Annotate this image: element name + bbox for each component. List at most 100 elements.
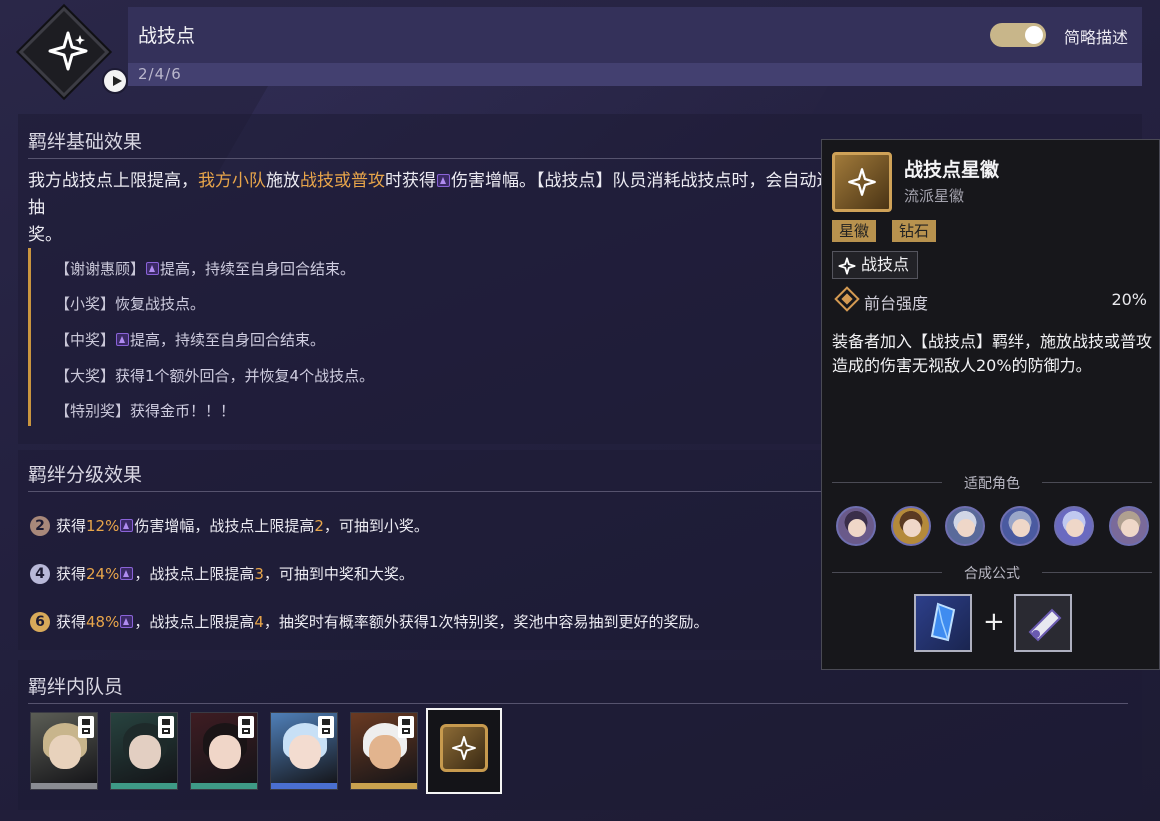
tier-cap: 2 [314,517,324,535]
buff-triangle-icon [146,262,160,275]
sparkle-icon [848,168,876,196]
member-status-icon [78,716,94,738]
reward-text: 获得1个额外回合，并恢复4个战技点。 [115,367,375,385]
tier-cap: 4 [254,613,264,631]
buff-triangle-icon [437,174,450,187]
base-effect-title: 羁绊基础效果 [28,131,143,153]
emblem-name: 战技点星徽 [904,159,1000,181]
trait-emblem[interactable] [18,6,128,98]
trait-counts-bar: 2/4/6 [128,63,1142,86]
fit-title: 适配角色 [964,476,1020,492]
section-divider [28,703,1128,704]
tier-level-badge: 2 [30,516,50,536]
reward-name: 【小奖】 [55,295,116,313]
tier-text: ，战技点上限提高 [134,565,255,583]
sparkle-icon [48,31,88,71]
tier-text: 获得 [56,517,87,535]
sparkle-icon [838,257,856,275]
stat-value: 20% [1111,290,1147,309]
tier-text: ，抽奖时有概率额外获得1次特别奖，奖池中容易抽到更好的奖励。 [263,613,709,631]
reward-text: 提高，持续至自身回合结束。 [130,331,326,349]
brief-description-toggle[interactable] [990,23,1046,47]
reward-name: 【中奖】 [55,331,116,349]
trait-counts: 2/4/6 [138,65,182,83]
reward-item: 【特别奖】获得金币！！！ [55,400,235,421]
member-card[interactable] [30,712,98,790]
rarity-bar [111,783,177,789]
rarity-bar [271,783,337,789]
trait-header: 战技点 简略描述 2/4/6 [128,7,1142,86]
fit-character-avatar[interactable] [1108,506,1149,546]
tier-percent: 48% [86,613,120,631]
fit-character-avatar[interactable] [945,506,985,546]
fit-character-avatar[interactable] [890,506,931,546]
chip-item-icon[interactable] [1014,594,1072,652]
brief-description-label: 简略描述 [1063,28,1128,47]
buff-triangle-icon [116,333,130,346]
tier-level-badge: 6 [30,612,50,632]
tier-percent: 12% [86,517,120,535]
trait-chip[interactable]: 战技点 [832,251,919,279]
desc-highlight: 战技或普攻 [300,171,385,191]
members-title: 羁绊内队员 [28,676,124,698]
trait-chip-label: 战技点 [861,255,910,274]
tag-chip: 星徽 [832,220,877,242]
desc-text: 施放 [266,171,300,191]
tier-cap: 3 [254,565,264,583]
avatar-face [902,519,921,537]
play-icon[interactable] [102,68,128,94]
fit-character-avatar[interactable] [999,506,1040,546]
reward-text: 提高，持续至自身回合结束。 [160,260,356,278]
tier-text: ，战技点上限提高 [134,613,255,631]
trait-emblem-card[interactable] [426,708,502,794]
tier-row-6: 6 获得48% ，战技点上限提高4，抽奖时有概率额外获得1次特别奖，奖池中容易抽到更… [30,611,708,632]
member-status-icon [398,716,414,738]
tier-text: 获得 [56,565,87,583]
member-card[interactable] [270,712,338,790]
tier-level-badge: 4 [30,564,50,584]
tier-text: 伤害增幅，战技点上限提高 [134,517,315,535]
avatar-face [1011,519,1030,537]
fit-divider: 适配角色 [832,475,1152,492]
buff-triangle-icon [120,567,134,580]
reward-item: 【大奖】获得1个额外回合，并恢复4个战技点。 [55,365,374,386]
stat-label: 前台强度 [864,294,929,313]
rarity-bar [31,783,97,789]
desc-text: 时获得 [385,171,436,191]
reward-item: 【谢谢惠顾】 提高，持续至自身回合结束。 [55,258,355,279]
tier-row-2: 2 获得12% 伤害增幅，战技点上限提高2，可抽到小奖。 [30,515,429,536]
buff-triangle-icon [120,615,134,628]
avatar-face [1120,519,1139,537]
emblem-icon [440,724,488,772]
fit-character-avatar[interactable] [1054,506,1094,546]
sparkle-icon [451,735,477,761]
emblem-tooltip: 战技点星徽 流派星徽 星徽 钻石 战技点 前台强度 20% 装备者加入【战技点】… [821,139,1160,670]
fit-character-avatar[interactable] [836,506,876,546]
recipe-plus: + [983,607,1005,637]
recipe-title: 合成公式 [964,566,1020,582]
member-card[interactable] [350,712,418,790]
reward-item: 【小奖】恢复战技点。 [55,293,205,314]
member-status-icon [318,716,334,738]
members-panel [18,660,1142,810]
reward-item: 【中奖】 提高，持续至自身回合结束。 [55,329,325,350]
tier-text: ，可抽到小奖。 [323,517,429,535]
member-card[interactable] [190,712,258,790]
tier-effect-title: 羁绊分级效果 [28,464,143,486]
member-card[interactable] [110,712,178,790]
blue-crystal-icon[interactable] [914,594,972,652]
reward-name: 【大奖】 [55,367,116,385]
emblem-description: 装备者加入【战技点】羁绊，施放战技或普攻造成的伤害无视敌人20%的防御力。 [832,332,1153,375]
desc-text: 我方战技点上限提高， [28,171,198,191]
emblem-type: 流派星徽 [904,187,965,205]
recipe-divider: 合成公式 [832,565,1152,582]
desc-highlight: 我方小队 [198,171,266,191]
buff-triangle-icon [120,519,134,532]
reward-name: 【特别奖】 [55,402,131,420]
tier-text: ，可抽到中奖和大奖。 [263,565,414,583]
member-status-icon [158,716,174,738]
tier-row-4: 4 获得24% ，战技点上限提高3，可抽到中奖和大奖。 [30,563,414,584]
avatar-face [957,519,975,537]
desc-text: 奖。 [28,225,62,245]
base-effect-description: 我方战技点上限提高，我方小队施放战技或普攻时获得 伤害增幅。【战技点】队员消耗战技… [28,168,888,249]
